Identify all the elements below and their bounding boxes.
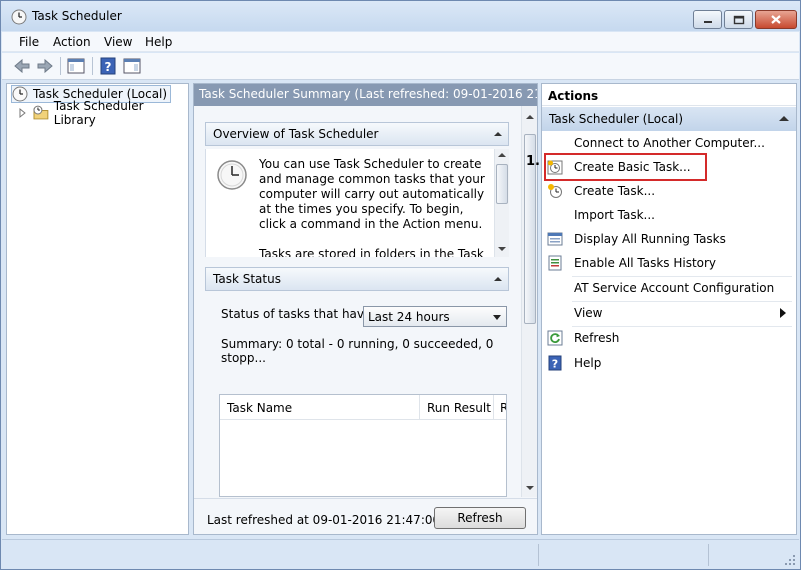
chevron-down-icon[interactable] <box>493 315 501 320</box>
menu-view[interactable]: View <box>104 35 132 49</box>
help-icon[interactable]: ? <box>98 56 118 76</box>
tree-item-label: Task Scheduler Library <box>53 99 144 127</box>
history-icon <box>548 255 562 271</box>
collapse-arrow-icon[interactable] <box>779 116 789 121</box>
task-status-table: Task Name Run Result R <box>219 394 507 497</box>
refresh-icon <box>547 330 563 346</box>
menu-file[interactable]: File <box>19 35 39 49</box>
actions-title: Actions <box>542 84 796 106</box>
resize-grip-icon[interactable] <box>784 554 796 566</box>
show-hide-console-tree-icon[interactable] <box>66 56 86 76</box>
action-label: Enable All Tasks History <box>574 256 717 270</box>
action-label: View <box>574 306 603 320</box>
status-summary: Summary: 0 total - 0 running, 0 succeede… <box>221 337 494 365</box>
status-bar-divider <box>538 544 539 566</box>
status-filter-value: Last 24 hours <box>368 310 450 324</box>
summary-pane: Task Scheduler Summary (Last refreshed: … <box>193 83 538 535</box>
clock-icon <box>217 160 247 190</box>
collapse-arrow-icon[interactable] <box>494 132 502 136</box>
console-tree: Task Scheduler (Local) Task Scheduler Li… <box>6 83 189 535</box>
status-bar <box>2 539 799 569</box>
back-arrow-icon[interactable] <box>12 56 32 76</box>
column-run-result[interactable]: Run Result <box>420 395 494 420</box>
scroll-down-icon[interactable] <box>498 247 506 251</box>
help-icon: ? <box>548 355 562 371</box>
action-connect-to-another-computer[interactable]: Connect to Another Computer... <box>547 132 794 154</box>
actions-pane: Actions Task Scheduler (Local) Connect t… <box>541 83 797 535</box>
action-refresh[interactable]: Refresh <box>547 327 794 349</box>
overview-scrollbar[interactable] <box>494 149 509 257</box>
svg-text:?: ? <box>552 358 558 371</box>
forward-arrow-icon[interactable] <box>35 56 55 76</box>
last-refreshed-text: Last refreshed at 09-01-2016 21:47:00 <box>207 513 441 527</box>
maximize-button[interactable] <box>724 10 753 29</box>
folder-clock-icon <box>33 105 49 120</box>
overview-section-header[interactable]: Overview of Task Scheduler <box>205 122 509 146</box>
action-label: Refresh <box>574 331 620 345</box>
action-enable-all-tasks-history[interactable]: Enable All Tasks History <box>547 252 794 274</box>
minimize-icon <box>703 20 712 23</box>
menu-action[interactable]: Action <box>53 35 91 49</box>
actions-group-label: Task Scheduler (Local) <box>549 112 684 126</box>
overview-title: Overview of Task Scheduler <box>213 127 379 141</box>
overview-scroll-thumb[interactable] <box>496 164 508 204</box>
action-display-all-running-tasks[interactable]: Display All Running Tasks <box>547 228 794 250</box>
action-help[interactable]: ? Help <box>547 352 794 374</box>
close-button[interactable] <box>755 10 797 29</box>
refresh-button[interactable]: Refresh <box>434 507 526 529</box>
title-bar[interactable]: Task Scheduler <box>1 1 800 31</box>
toolbar: ? <box>2 53 799 80</box>
status-bar-divider <box>708 544 709 566</box>
create-task-icon <box>548 184 562 198</box>
submenu-arrow-icon <box>780 308 786 318</box>
close-icon <box>771 15 781 24</box>
action-label: Create Task... <box>574 184 656 198</box>
toolbar-separator <box>92 57 93 75</box>
summary-header: Task Scheduler Summary (Last refreshed: … <box>194 84 537 106</box>
table-header: Task Name Run Result R <box>220 395 506 420</box>
clock-icon <box>12 86 28 102</box>
action-label: Connect to Another Computer... <box>574 136 765 150</box>
menu-bar: File Action View Help <box>2 32 799 52</box>
action-label: Display All Running Tasks <box>574 232 726 246</box>
action-create-task[interactable]: Create Task... <box>547 180 794 202</box>
action-label: Help <box>574 356 602 370</box>
expand-arrow-icon[interactable] <box>19 108 27 118</box>
column-run-start[interactable]: R <box>494 395 506 420</box>
overview-text: You can use Task Scheduler to create and… <box>259 157 485 257</box>
action-at-service-account-configuration[interactable]: AT Service Account Configuration <box>547 277 794 299</box>
task-status-title: Task Status <box>213 272 281 286</box>
collapse-arrow-icon[interactable] <box>494 277 502 281</box>
task-status-section-header[interactable]: Task Status <box>205 267 509 291</box>
overview-body: You can use Task Scheduler to create and… <box>205 149 509 257</box>
status-filter-dropdown[interactable]: Last 24 hours <box>363 306 507 327</box>
svg-text:?: ? <box>105 60 112 74</box>
action-label: Import Task... <box>574 208 655 222</box>
actions-group-header[interactable]: Task Scheduler (Local) <box>542 107 796 131</box>
scroll-up-icon[interactable] <box>526 115 534 119</box>
scroll-down-icon[interactable] <box>526 486 534 490</box>
callout-number: 1. <box>526 154 540 169</box>
maximize-icon <box>733 15 744 24</box>
toolbar-separator <box>60 57 61 75</box>
task-scheduler-window: Task Scheduler File Action View Help ? T… <box>0 0 801 570</box>
action-import-task[interactable]: Import Task... <box>547 204 794 226</box>
running-tasks-icon <box>547 232 563 246</box>
menu-help[interactable]: Help <box>145 35 172 49</box>
action-label: AT Service Account Configuration <box>574 281 775 295</box>
summary-footer: Last refreshed at 09-01-2016 21:47:00 Re… <box>194 498 537 534</box>
scroll-up-icon[interactable] <box>498 153 506 157</box>
action-view[interactable]: View <box>547 302 794 324</box>
minimize-button[interactable] <box>693 10 722 29</box>
clock-icon <box>11 9 27 25</box>
status-filter-label: Status of tasks that hav... <box>221 307 375 321</box>
callout-highlight-box <box>544 153 707 181</box>
column-task-name[interactable]: Task Name <box>220 395 420 420</box>
show-hide-action-pane-icon[interactable] <box>122 56 142 76</box>
window-title: Task Scheduler <box>32 9 122 23</box>
tree-item-task-scheduler-library[interactable]: Task Scheduler Library <box>19 99 188 127</box>
